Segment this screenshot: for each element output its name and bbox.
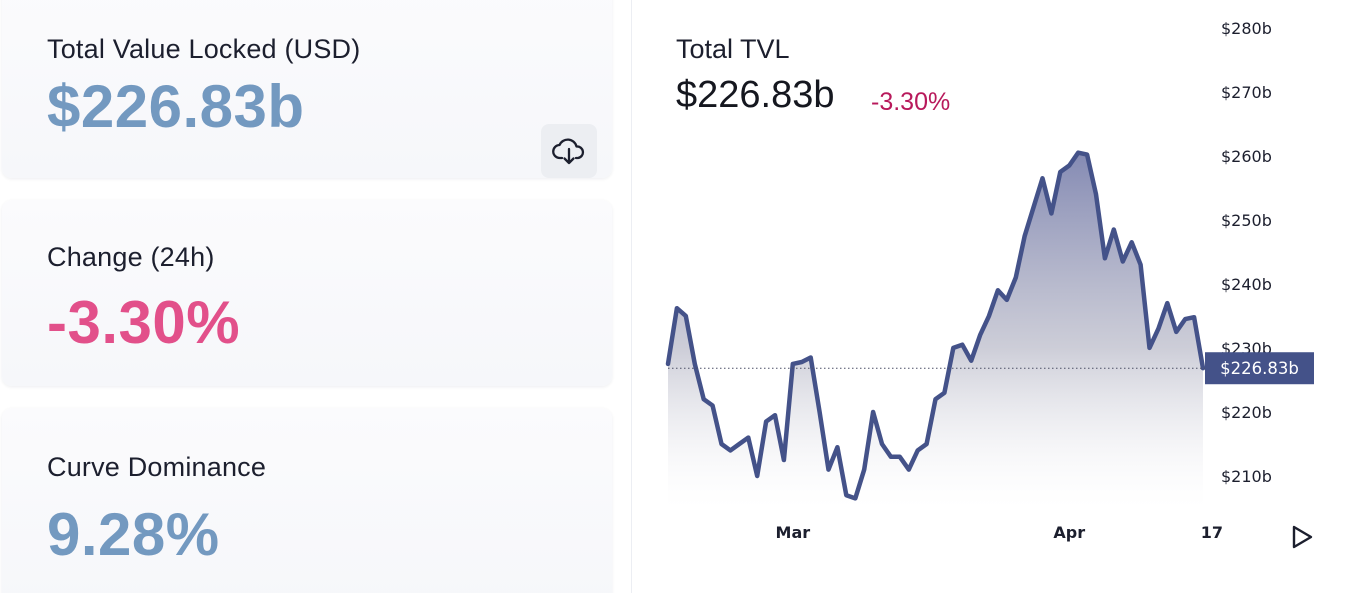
chart-panel: $210b $220b $230b $240b $250b $260b $270b $280b… bbox=[633, 0, 1348, 593]
tvl-card: Total Value Locked (USD) $226.83b bbox=[2, 0, 612, 178]
current-value-tag-label: $226.83b bbox=[1220, 359, 1299, 378]
y-tick-label-5: $260b bbox=[1221, 147, 1272, 166]
stats-column: Total Value Locked (USD) $226.83b Change… bbox=[0, 0, 632, 593]
y-tick-label-3: $240b bbox=[1221, 275, 1272, 294]
tvl-value: $226.83b bbox=[47, 73, 305, 140]
x-tick-label-0: Mar bbox=[776, 523, 811, 542]
chart-current-value: $226.83b bbox=[676, 74, 835, 116]
dominance-value: 9.28% bbox=[47, 501, 220, 568]
y-tick-label-1: $220b bbox=[1221, 403, 1272, 422]
chart-change: -3.30% bbox=[871, 88, 951, 116]
dominance-label: Curve Dominance bbox=[47, 452, 267, 482]
change-label: Change (24h) bbox=[47, 242, 215, 272]
x-tick-label-2: 17 bbox=[1201, 523, 1223, 542]
change-value: -3.30% bbox=[47, 289, 241, 356]
y-tick-label-6: $270b bbox=[1221, 83, 1272, 102]
download-button[interactable] bbox=[541, 124, 597, 178]
y-tick-label-4: $250b bbox=[1221, 211, 1272, 230]
change-card: Change (24h) -3.30% bbox=[2, 200, 612, 386]
y-tick-label-7: $280b bbox=[1221, 19, 1272, 38]
play-icon[interactable] bbox=[1288, 523, 1316, 551]
cloud-download-icon bbox=[552, 138, 585, 165]
tvl-label: Total Value Locked (USD) bbox=[47, 34, 361, 64]
dominance-card: Curve Dominance 9.28% bbox=[2, 408, 612, 593]
x-tick-label-1: Apr bbox=[1053, 523, 1085, 542]
chart-title: Total TVL bbox=[676, 34, 790, 64]
chart-area-fill bbox=[668, 152, 1203, 508]
y-tick-label-0: $210b bbox=[1221, 467, 1272, 486]
